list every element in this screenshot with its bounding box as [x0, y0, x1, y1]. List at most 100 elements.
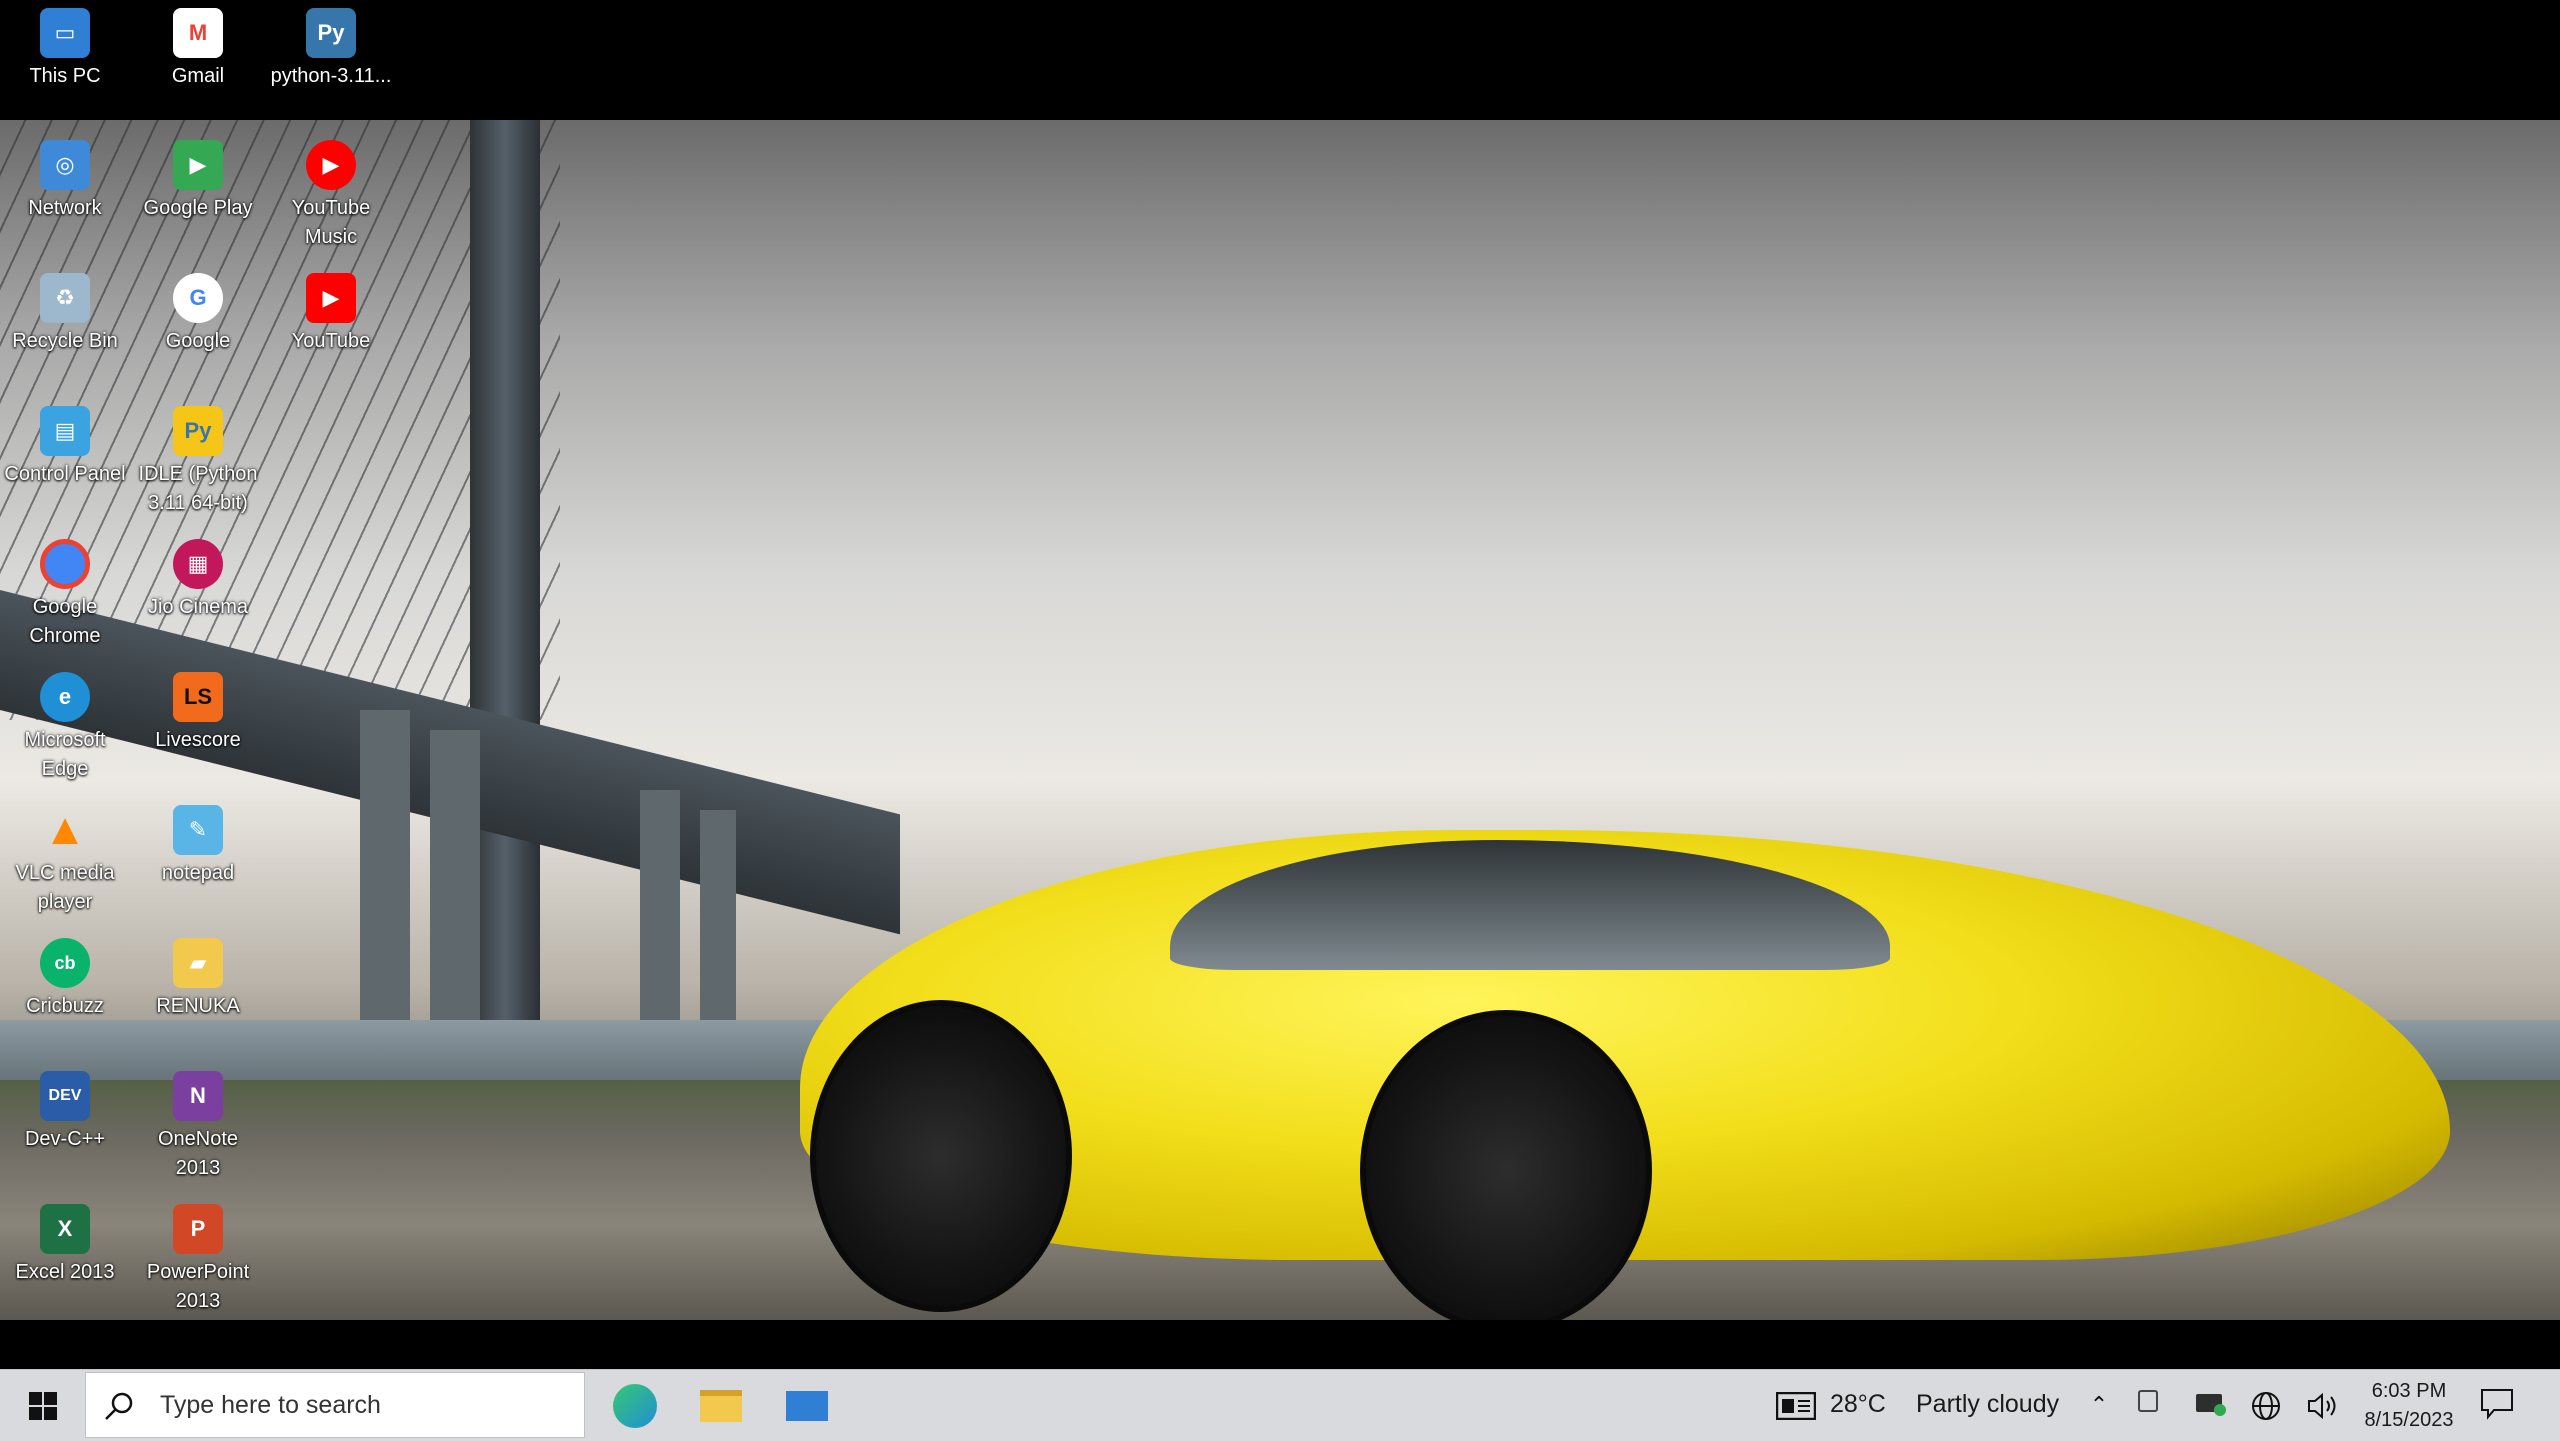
desktop-icon-label: Google Play — [143, 197, 253, 219]
powerpoint-icon: P — [173, 1204, 223, 1254]
excel-icon: X — [40, 1204, 90, 1254]
chevron-up-icon: ⌃ — [2089, 1392, 2109, 1417]
desktop-icon-label: YouTube Music — [291, 197, 371, 248]
desktop-icon-label: This PC — [29, 65, 101, 87]
desktop-icon-label: VLC media player — [15, 862, 115, 913]
desktop-icon-label: OneNote 2013 — [157, 1128, 239, 1179]
weather-temp: 28°C — [1830, 1390, 1886, 1418]
cricbuzz-icon: cb — [40, 938, 90, 988]
desktop-icon-label: PowerPoint 2013 — [146, 1261, 250, 1312]
desktop-icon-this-pc[interactable]: ▭ This PC — [2, 8, 128, 91]
network-icon: ◎ — [40, 140, 90, 190]
desktop-icon-label: python-3.11... — [270, 65, 392, 87]
battery-icon — [2196, 1394, 2226, 1416]
desktop-icon-network[interactable]: ◎ Network — [2, 140, 128, 223]
desktop-icon-label: notepad — [161, 862, 235, 884]
control-panel-icon: ▤ — [40, 406, 90, 456]
desktop-icon-label: Google — [165, 330, 231, 352]
vlc-icon: ▲ — [43, 805, 87, 854]
desktop-icon-recycle-bin[interactable]: ♻ Recycle Bin — [2, 273, 128, 356]
file-explorer-icon — [700, 1389, 742, 1422]
desktop-icon-notepad[interactable]: ✎ notepad — [135, 805, 261, 888]
volume-button[interactable] — [2306, 1390, 2340, 1422]
desktop-icon-control-panel[interactable]: ▤ Control Panel — [2, 406, 128, 489]
desktop-icon-onenote[interactable]: N OneNote 2013 — [135, 1071, 261, 1183]
edge-icon — [613, 1383, 657, 1428]
desktop-icon-label: IDLE (Python 3.11 64-bit) — [138, 463, 258, 514]
desktop-icon-cricbuzz[interactable]: cb Cricbuzz — [2, 938, 128, 1021]
desktop-icon-label: Dev-C++ — [24, 1128, 106, 1150]
desktop-icon-google-chrome[interactable]: Google Chrome — [2, 539, 128, 651]
youtube-icon: ▶ — [306, 273, 356, 323]
video-camera-icon — [2138, 1390, 2158, 1412]
desktop-icon-google[interactable]: G Google — [135, 273, 261, 356]
dev-cpp-icon: DEV — [40, 1071, 90, 1121]
bridge-tower — [470, 120, 540, 1040]
taskbar-mail-button[interactable] — [772, 1370, 842, 1441]
desktop-icon-renuka[interactable]: ▰ RENUKA — [135, 938, 261, 1021]
desktop-icon-excel[interactable]: X Excel 2013 — [2, 1204, 128, 1287]
desktop-icon-label: Google Chrome — [29, 596, 101, 647]
desktop-icon-label: Livescore — [155, 729, 241, 751]
news-icon — [1776, 1392, 1816, 1420]
desktop-icon-label: Control Panel — [4, 463, 126, 485]
desktop-icon-livescore[interactable]: LS Livescore — [135, 672, 261, 755]
taskbar: Type here to search 28°C Partly cloudy ⌃ — [0, 1369, 2560, 1441]
desktop-icon-label: Jio Cinema — [147, 596, 249, 618]
livescore-icon: LS — [173, 672, 223, 722]
desktop-icon-youtube[interactable]: ▶ YouTube — [268, 273, 394, 356]
desktop-icon-powerpoint[interactable]: P PowerPoint 2013 — [135, 1204, 261, 1316]
clock-time: 6:03 PM — [2371, 1380, 2447, 1402]
notification-center-button[interactable] — [2480, 1388, 2520, 1424]
desktop-icon-gmail[interactable]: M Gmail — [135, 8, 261, 91]
idle-python-icon: Py — [173, 406, 223, 456]
show-hidden-icons-button[interactable]: ⌃ — [2084, 1392, 2114, 1422]
bridge-pillar — [360, 710, 410, 1040]
desktop-icon-python-installer[interactable]: Py python-3.11... — [268, 8, 394, 91]
desktop-icon-label: Excel 2013 — [15, 1261, 115, 1283]
onenote-icon: N — [173, 1071, 223, 1121]
desktop-icon-label: RENUKA — [156, 995, 240, 1017]
bridge-pillar — [430, 730, 480, 1040]
desktop-icon-label: Network — [28, 197, 102, 219]
python-icon: Py — [306, 8, 356, 58]
mail-icon — [786, 1390, 828, 1421]
desktop-icon-label: Gmail — [171, 65, 225, 87]
notification-icon — [2481, 1389, 2513, 1420]
google-play-icon: ▶ — [173, 140, 223, 190]
car-wheel-rear — [810, 1000, 1072, 1312]
desktop-icon-idle-python[interactable]: Py IDLE (Python 3.11 64-bit) — [135, 406, 261, 518]
taskbar-file-explorer-button[interactable] — [686, 1370, 756, 1441]
edge-icon: e — [40, 672, 90, 722]
search-icon — [105, 1392, 133, 1420]
gmail-icon: M — [173, 8, 223, 58]
desktop-icon-youtube-music[interactable]: ▶ YouTube Music — [268, 140, 394, 252]
search-placeholder: Type here to search — [160, 1391, 381, 1419]
start-button[interactable] — [0, 1370, 85, 1441]
network-status[interactable] — [2250, 1390, 2282, 1422]
battery-status[interactable] — [2196, 1394, 2226, 1418]
jio-cinema-icon: ▦ — [173, 539, 223, 589]
recycle-bin-icon: ♻ — [40, 273, 90, 323]
desktop-icon-dev-cpp[interactable]: DEV Dev-C++ — [2, 1071, 128, 1154]
desktop-icon-label: Recycle Bin — [12, 330, 118, 352]
chrome-icon — [40, 539, 90, 589]
desktop-icon-jio-cinema[interactable]: ▦ Jio Cinema — [135, 539, 261, 622]
globe-icon — [2252, 1392, 2280, 1420]
desktop-icon-label: Cricbuzz — [26, 995, 104, 1017]
clock-date: 8/15/2023 — [2364, 1409, 2454, 1431]
weather-widget[interactable]: 28°C Partly cloudy — [1766, 1370, 2066, 1441]
car-wheel-front — [1360, 1010, 1652, 1320]
desktop-icon-microsoft-edge[interactable]: e Microsoft Edge — [2, 672, 128, 784]
clock[interactable]: 6:03 PM 8/15/2023 — [2354, 1370, 2464, 1441]
desktop-icon-google-play[interactable]: ▶ Google Play — [135, 140, 261, 223]
meet-now-button[interactable] — [2138, 1390, 2168, 1420]
weather-condition: Partly cloudy — [1916, 1390, 2060, 1418]
desktop-icon-vlc[interactable]: ▲ VLC media player — [2, 805, 128, 917]
folder-icon: ▰ — [173, 938, 223, 988]
bridge-pillar — [700, 810, 736, 1040]
bridge-pillar — [640, 790, 680, 1040]
desktop-icon-label: YouTube — [291, 330, 371, 352]
taskbar-search-box[interactable]: Type here to search — [85, 1372, 585, 1438]
taskbar-edge-button[interactable] — [600, 1370, 670, 1441]
